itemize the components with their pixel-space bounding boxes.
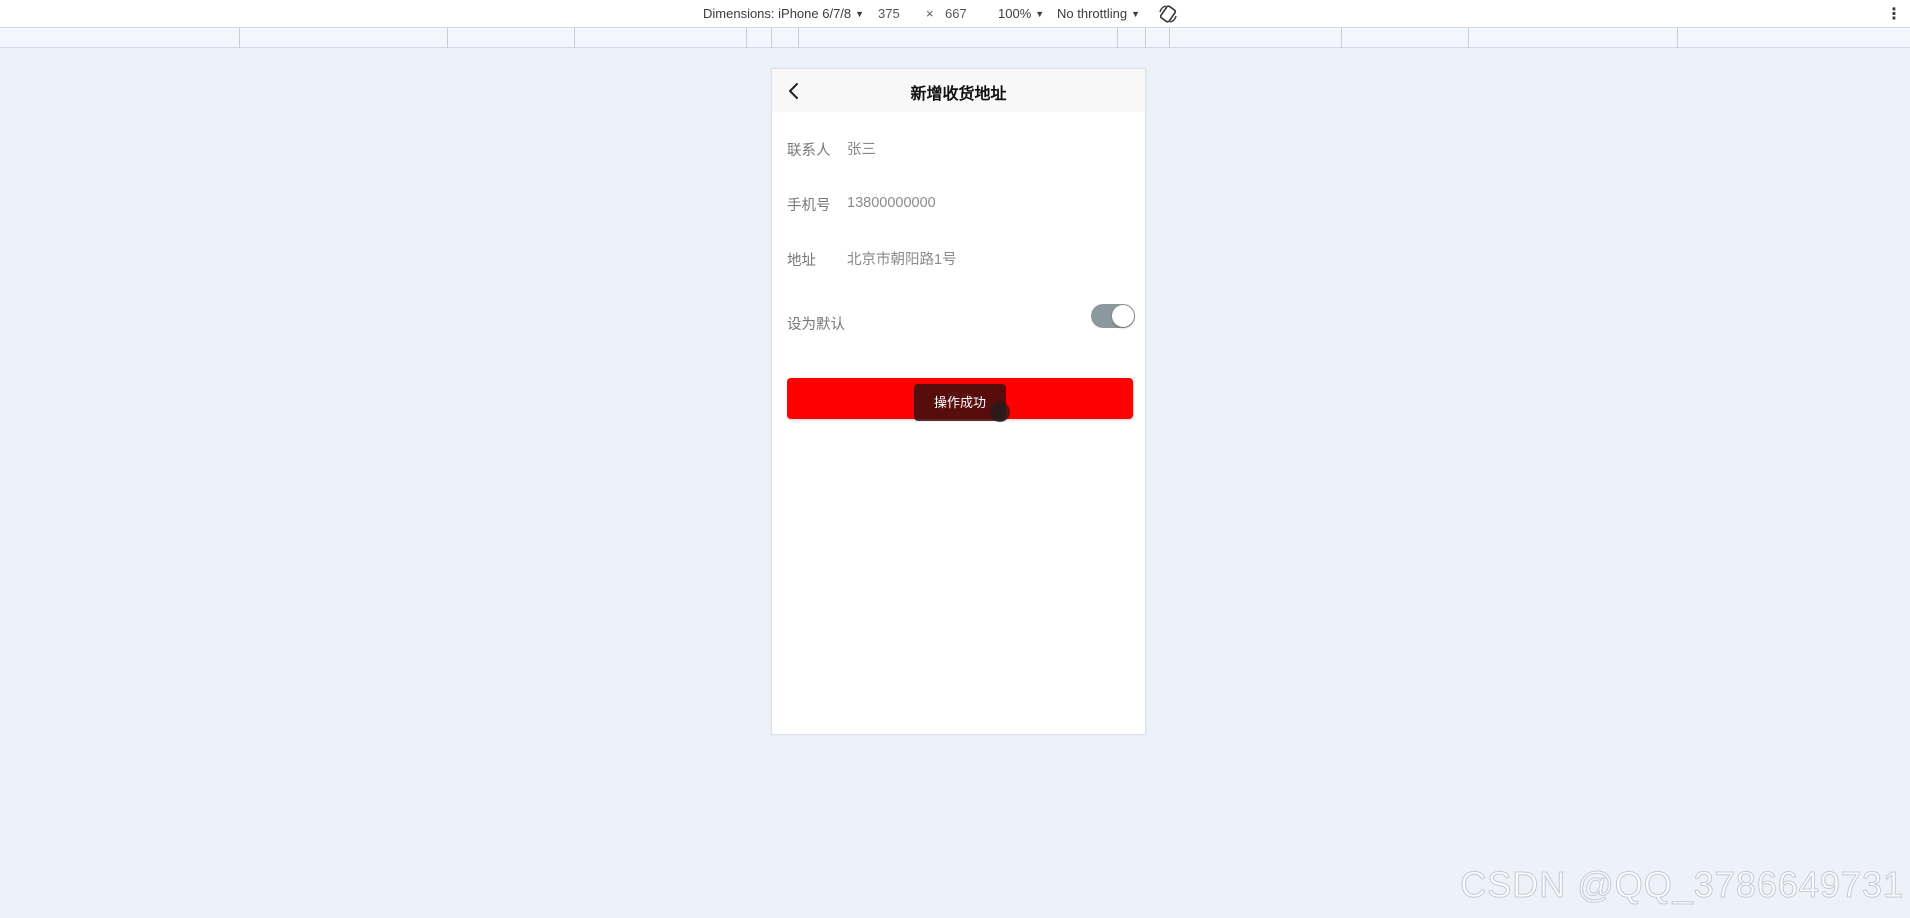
contact-name-row: 联系人 xyxy=(787,133,1135,163)
dimensions-label: Dimensions: iPhone 6/7/8 xyxy=(703,6,852,21)
ruler-tick xyxy=(798,28,799,48)
ruler-tick xyxy=(771,28,772,48)
ruler-tick xyxy=(447,28,448,48)
nav-bar: 新增收货地址 xyxy=(772,69,1145,112)
address-input[interactable] xyxy=(847,245,1117,271)
throttling-label: No throttling xyxy=(1057,6,1128,21)
touch-cursor-indicator xyxy=(990,402,1010,422)
height-input[interactable]: 667 xyxy=(945,6,967,21)
width-input[interactable]: 375 xyxy=(878,6,900,21)
contact-name-input[interactable] xyxy=(847,135,1117,161)
more-vertical-icon[interactable]: ⋮ xyxy=(1886,4,1902,24)
address-row: 地址 xyxy=(787,243,1135,273)
device-viewport: 新增收货地址 联系人 手机号 地址 设为默认 提交 操作成功 xyxy=(771,68,1146,735)
phone-input[interactable] xyxy=(847,190,1117,216)
dimensions-dropdown[interactable]: Dimensions: iPhone 6/7/8 ▼ xyxy=(703,6,864,21)
media-query-ruler xyxy=(0,28,1910,48)
dropdown-arrow-icon: ▼ xyxy=(855,9,865,19)
contact-name-label: 联系人 xyxy=(787,143,831,159)
devtools-device-toolbar: Dimensions: iPhone 6/7/8 ▼ 375 × 667 100%… xyxy=(0,0,1910,28)
watermark: CSDN @QQ_3786649731 xyxy=(1460,864,1904,906)
address-label: 地址 xyxy=(787,253,816,269)
dimension-separator: × xyxy=(926,6,934,21)
toggle-knob xyxy=(1112,305,1134,327)
rotate-icon-svg xyxy=(1159,5,1177,23)
phone-row: 手机号 xyxy=(787,188,1135,218)
phone-label: 手机号 xyxy=(787,198,831,214)
ruler-tick xyxy=(1677,28,1678,48)
dropdown-arrow-icon: ▼ xyxy=(1131,9,1141,19)
set-default-label: 设为默认 xyxy=(787,317,845,333)
ruler-tick xyxy=(1468,28,1469,48)
ruler-tick xyxy=(1145,28,1146,48)
throttling-dropdown[interactable]: No throttling ▼ xyxy=(1057,6,1140,21)
set-default-row: 设为默认 xyxy=(787,304,1135,337)
ruler-tick xyxy=(574,28,575,48)
dropdown-arrow-icon: ▼ xyxy=(1035,9,1045,19)
ruler-tick xyxy=(1341,28,1342,48)
set-default-toggle[interactable] xyxy=(1091,304,1135,328)
zoom-label: 100% xyxy=(998,6,1032,21)
page-title: 新增收货地址 xyxy=(910,86,1007,103)
ruler-tick xyxy=(1117,28,1118,48)
rotate-icon[interactable] xyxy=(1157,3,1179,25)
zoom-dropdown[interactable]: 100% ▼ xyxy=(998,6,1044,21)
ruler-tick xyxy=(746,28,747,48)
ruler-tick xyxy=(1169,28,1170,48)
ruler-tick xyxy=(239,28,240,48)
